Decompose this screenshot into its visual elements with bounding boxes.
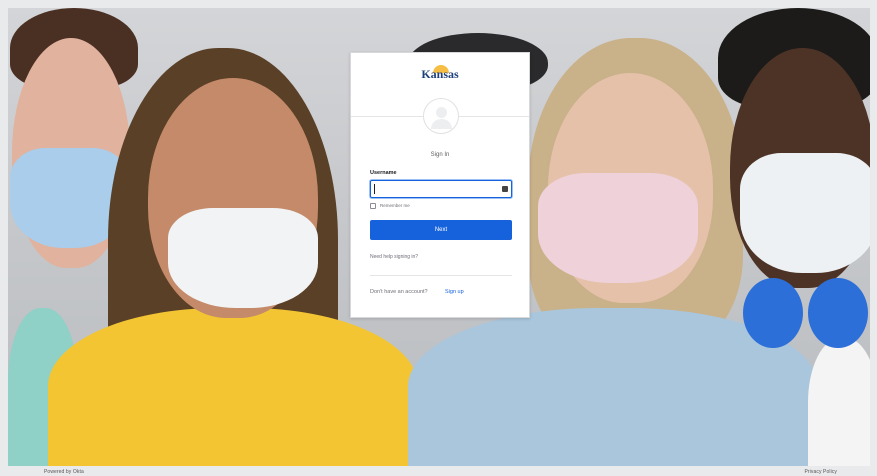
username-input[interactable] (370, 180, 512, 198)
user-icon (436, 107, 447, 118)
text-caret (374, 184, 375, 194)
help-link[interactable]: Need help signing in? (370, 254, 418, 260)
remember-me-checkbox[interactable] (370, 203, 376, 209)
remember-me-label: Remember me (380, 203, 410, 208)
page-title: Sign In (430, 152, 450, 158)
password-manager-icon[interactable] (502, 186, 508, 192)
avatar (423, 98, 459, 134)
privacy-policy-link[interactable]: Privacy Policy (804, 469, 837, 475)
signup-prompt: Don't have an account? (370, 289, 428, 295)
username-label: Username (370, 170, 397, 176)
sign-in-card: Kansas Sign In Username Remember me Next… (350, 52, 530, 318)
kansas-logo: Kansas (421, 67, 459, 81)
user-icon-body (431, 119, 452, 129)
signup-link[interactable]: Sign up (445, 289, 464, 295)
divider (370, 275, 512, 276)
powered-by-okta: Powered by Okta (44, 469, 84, 475)
next-button[interactable]: Next (370, 220, 512, 240)
